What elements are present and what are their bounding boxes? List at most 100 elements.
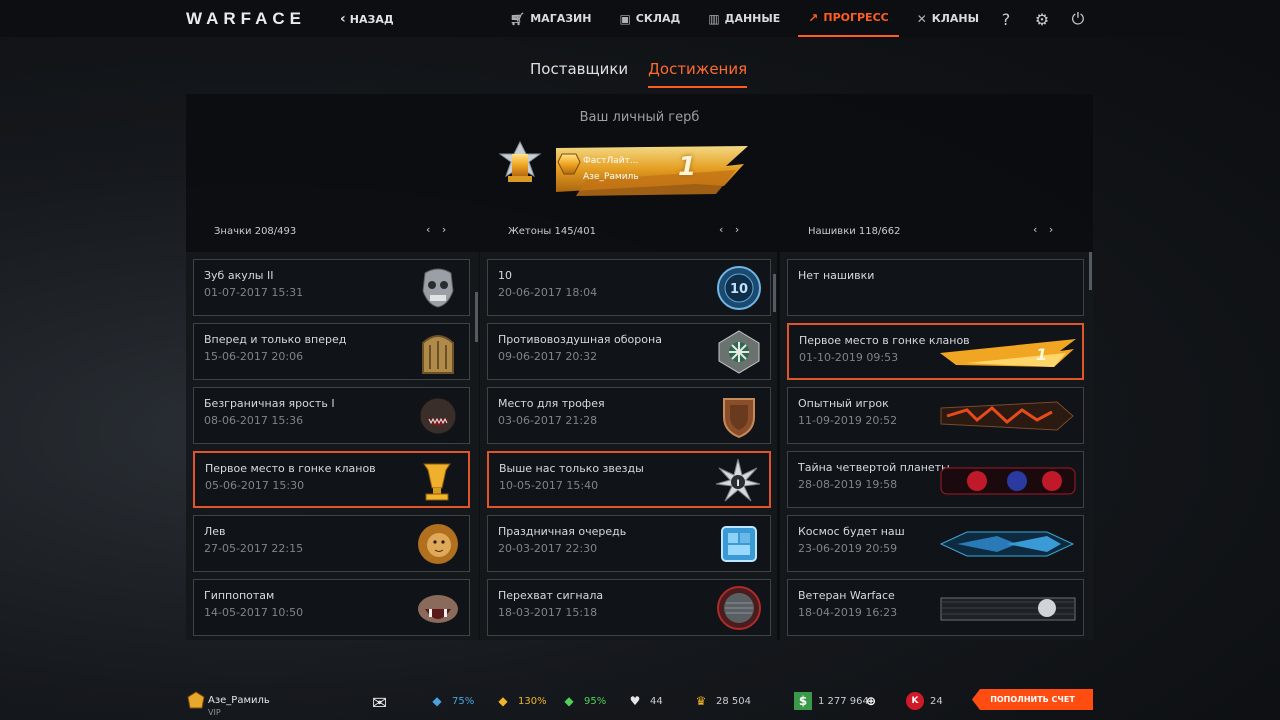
top-bar: WARFACE ‹ НАЗАД 🛒︎ МАГАЗИН ▣ СКЛАД ▥ ДАНН… (0, 0, 1280, 37)
experienced-player-stripe-icon (940, 401, 1074, 431)
stripe-name: Ветеран Warface (798, 589, 895, 602)
stripe-item[interactable]: Ветеран Warface 18-04-2019 16:23 (787, 579, 1084, 636)
blue-number-token-icon: 10 (717, 266, 761, 310)
silver-star-token-icon: I (715, 458, 761, 502)
shield-door-icon (422, 335, 454, 374)
badge-item[interactable]: Зуб акулы II 01-07-2017 15:31 (193, 259, 470, 316)
gear-icon[interactable]: ⚙ (1031, 8, 1053, 30)
beast-head-icon (419, 397, 457, 435)
badge-item[interactable]: Вперед и только вперед 15-06-2017 20:06 (193, 323, 470, 380)
stripe-date: 01-10-2019 09:53 (799, 351, 899, 364)
token-item[interactable]: Место для трофея 03-06-2017 21:28 (487, 387, 771, 444)
token-item[interactable]: Перехват сигнала 18-03-2017 15:18 (487, 579, 771, 636)
token-item[interactable]: 10 20-06-2017 18:04 10 (487, 259, 771, 316)
stat-warbucks: $ 1 277 964 (794, 692, 869, 710)
tab-suppliers[interactable]: Поставщики (530, 60, 628, 88)
badge-date: 08-06-2017 15:36 (204, 414, 304, 427)
stripes-header: Нашивки 118/662 (808, 226, 901, 237)
stripes-pager[interactable]: ‹ › (1033, 223, 1057, 236)
stripe-name: Тайна четвертой планеты (798, 461, 950, 474)
badge-date: 01-07-2017 15:31 (204, 286, 304, 299)
tokens-pager[interactable]: ‹ › (719, 223, 743, 236)
tab-achievements[interactable]: Достижения (648, 60, 748, 88)
stat-warbucks-boost: ◆ 130% (494, 692, 547, 710)
top-up-button[interactable]: ПОПОЛНИТЬ СЧЕТ (972, 689, 1093, 710)
help-icon[interactable]: ? (995, 8, 1017, 30)
mail-icon[interactable]: ✉ (372, 693, 387, 714)
stripe-date: 11-09-2019 20:52 (798, 414, 898, 427)
gold-trophy-icon (423, 463, 451, 501)
badge-item-selected[interactable]: Первое место в гонке кланов 05-06-2017 1… (193, 451, 470, 508)
stripe-item[interactable]: Опытный игрок 11-09-2019 20:52 (787, 387, 1084, 444)
cart-icon: 🛒︎ (510, 11, 526, 26)
stripe-item[interactable]: Космос будет наш 23-06-2019 20:59 (787, 515, 1084, 572)
token-date: 10-05-2017 15:40 (499, 479, 599, 492)
token-date: 20-06-2017 18:04 (498, 286, 598, 299)
badges-pager[interactable]: ‹ › (426, 223, 450, 236)
nav-shop-label: МАГАЗИН (530, 12, 592, 25)
stripes-list[interactable]: Нет нашивки Первое место в гонке кланов … (780, 252, 1093, 640)
tokens-scrollbar[interactable] (773, 274, 776, 312)
nav-storage-label: СКЛАД (635, 12, 681, 25)
shark-tooth-icon (422, 268, 454, 308)
power-icon[interactable]: ⏻ (1067, 8, 1089, 30)
sub-tabs: Поставщики Достижения (530, 60, 748, 88)
dollar-icon: $ (794, 692, 812, 710)
stat-kredits: K 24 (906, 692, 943, 710)
crossed-swords-icon: ✕ (916, 11, 927, 26)
vip-label: VIP (208, 708, 221, 717)
stripe-item-selected[interactable]: Первое место в гонке кланов 01-10-2019 0… (787, 323, 1084, 380)
stripe-item[interactable]: Нет нашивки (787, 259, 1084, 316)
lion-icon (418, 524, 458, 564)
personal-emblem (498, 140, 748, 196)
add-currency-button[interactable]: ⊕ (862, 692, 880, 710)
plus-icon: ⊕ (865, 694, 877, 708)
stat-crowns: ♛ 28 504 (692, 692, 751, 710)
token-name: Перехват сигнала (498, 589, 604, 602)
storage-icon: ▣ (619, 11, 631, 26)
badges-scrollbar[interactable] (475, 292, 478, 342)
stripe-name: Нет нашивки (798, 269, 875, 282)
badge-date: 15-06-2017 20:06 (204, 350, 304, 363)
badge-date: 27-05-2017 22:15 (204, 542, 304, 555)
token-item[interactable]: Праздничная очередь 20-03-2017 22:30 (487, 515, 771, 572)
nav-data[interactable]: ▥ ДАННЫЕ (698, 0, 790, 37)
stripes-scrollbar[interactable] (1089, 252, 1092, 290)
nav-storage[interactable]: ▣ СКЛАД (609, 0, 690, 37)
badge-item[interactable]: Гиппопотам 14-05-2017 10:50 (193, 579, 470, 636)
ice-block-token-icon (721, 526, 757, 562)
stat-value: 44 (650, 695, 663, 707)
stat-value: 130% (518, 695, 547, 707)
badge-name: Вперед и только вперед (204, 333, 347, 346)
stripe-name: Космос будет наш (798, 525, 905, 538)
token-number: I (736, 479, 739, 489)
heart-shield-icon: ♥ (629, 694, 641, 708)
token-item[interactable]: Противовоздушная оборона 09-06-2017 20:3… (487, 323, 771, 380)
gold-clan-race-stripe-icon: 1 (940, 339, 1076, 367)
badges-header: Значки 208/493 (214, 226, 297, 237)
token-name: Противовоздушная оборона (498, 333, 662, 346)
badge-item[interactable]: Лев 27-05-2017 22:15 (193, 515, 470, 572)
nav-progress[interactable]: ↗ ПРОГРЕСС (798, 0, 899, 37)
bottom-bar: Азе_Рамиль VIP ✉ ◆ 75% ◆ 130% ◆ 95% ♥ 44… (0, 682, 1280, 720)
badge-name: Зуб акулы II (204, 269, 274, 282)
tokens-list[interactable]: 10 20-06-2017 18:04 10 Противовоздушная … (480, 252, 777, 640)
emblem-clan-name: ФастЛайт... (583, 156, 639, 166)
signal-intercept-token-icon (717, 586, 761, 630)
stripe-item[interactable]: Тайна четвертой планеты 28-08-2019 19:58 (787, 451, 1084, 508)
warbucks-boost-icon: ◆ (498, 694, 508, 708)
token-name: Праздничная очередь (498, 525, 627, 538)
back-button[interactable]: ‹ НАЗАД (340, 11, 394, 27)
token-item-selected[interactable]: Выше нас только звезды 10-05-2017 15:40 … (487, 451, 771, 508)
hippo-icon (418, 595, 458, 623)
stat-value: 24 (930, 695, 943, 707)
nav-clans[interactable]: ✕ КЛАНЫ (907, 0, 989, 37)
tokens-header: Жетоны 145/401 (508, 226, 597, 237)
nav-shop[interactable]: 🛒︎ МАГАЗИН (500, 0, 601, 37)
badges-list[interactable]: Зуб акулы II 01-07-2017 15:31 Вперед и т… (186, 252, 479, 640)
progress-icon: ↗ (808, 10, 819, 25)
stripe-date: 18-04-2019 16:23 (798, 606, 898, 619)
badge-item[interactable]: Безграничная ярость I 08-06-2017 15:36 (193, 387, 470, 444)
warface-logo[interactable]: WARFACE (186, 9, 306, 29)
stat-value: 75% (452, 695, 475, 707)
